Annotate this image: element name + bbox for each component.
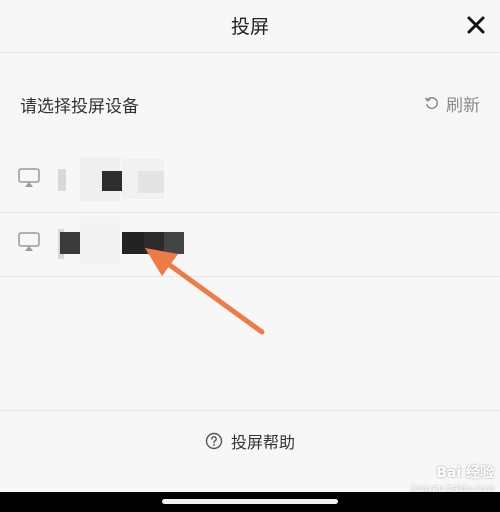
close-icon (467, 16, 485, 34)
dialog-title: 投屏 (230, 16, 269, 38)
help-label: 投屏帮助 (230, 433, 295, 452)
refresh-button[interactable]: 刷新 (424, 90, 480, 116)
refresh-label: 刷新 (446, 95, 480, 116)
device-section-header: 请选择投屏设备 刷新 (0, 80, 500, 126)
footer-divider (0, 410, 500, 411)
home-bar (0, 492, 500, 512)
device-row[interactable] (0, 212, 500, 277)
device-name-pixelated (58, 217, 218, 265)
device-name-pixelated (58, 157, 218, 201)
watermark-brand: Bai 经验 (436, 465, 494, 481)
cast-screen-icon (18, 232, 40, 251)
refresh-icon (424, 96, 438, 110)
dialog-header: 投屏 (0, 0, 500, 53)
home-indicator[interactable] (162, 499, 338, 504)
help-link[interactable]: 投屏帮助 (0, 428, 500, 454)
device-section-title: 请选择投屏设备 (20, 97, 139, 117)
device-row[interactable] (0, 148, 500, 213)
cast-screen-icon (18, 168, 40, 187)
question-circle-icon (205, 432, 223, 450)
close-button[interactable] (462, 11, 490, 39)
